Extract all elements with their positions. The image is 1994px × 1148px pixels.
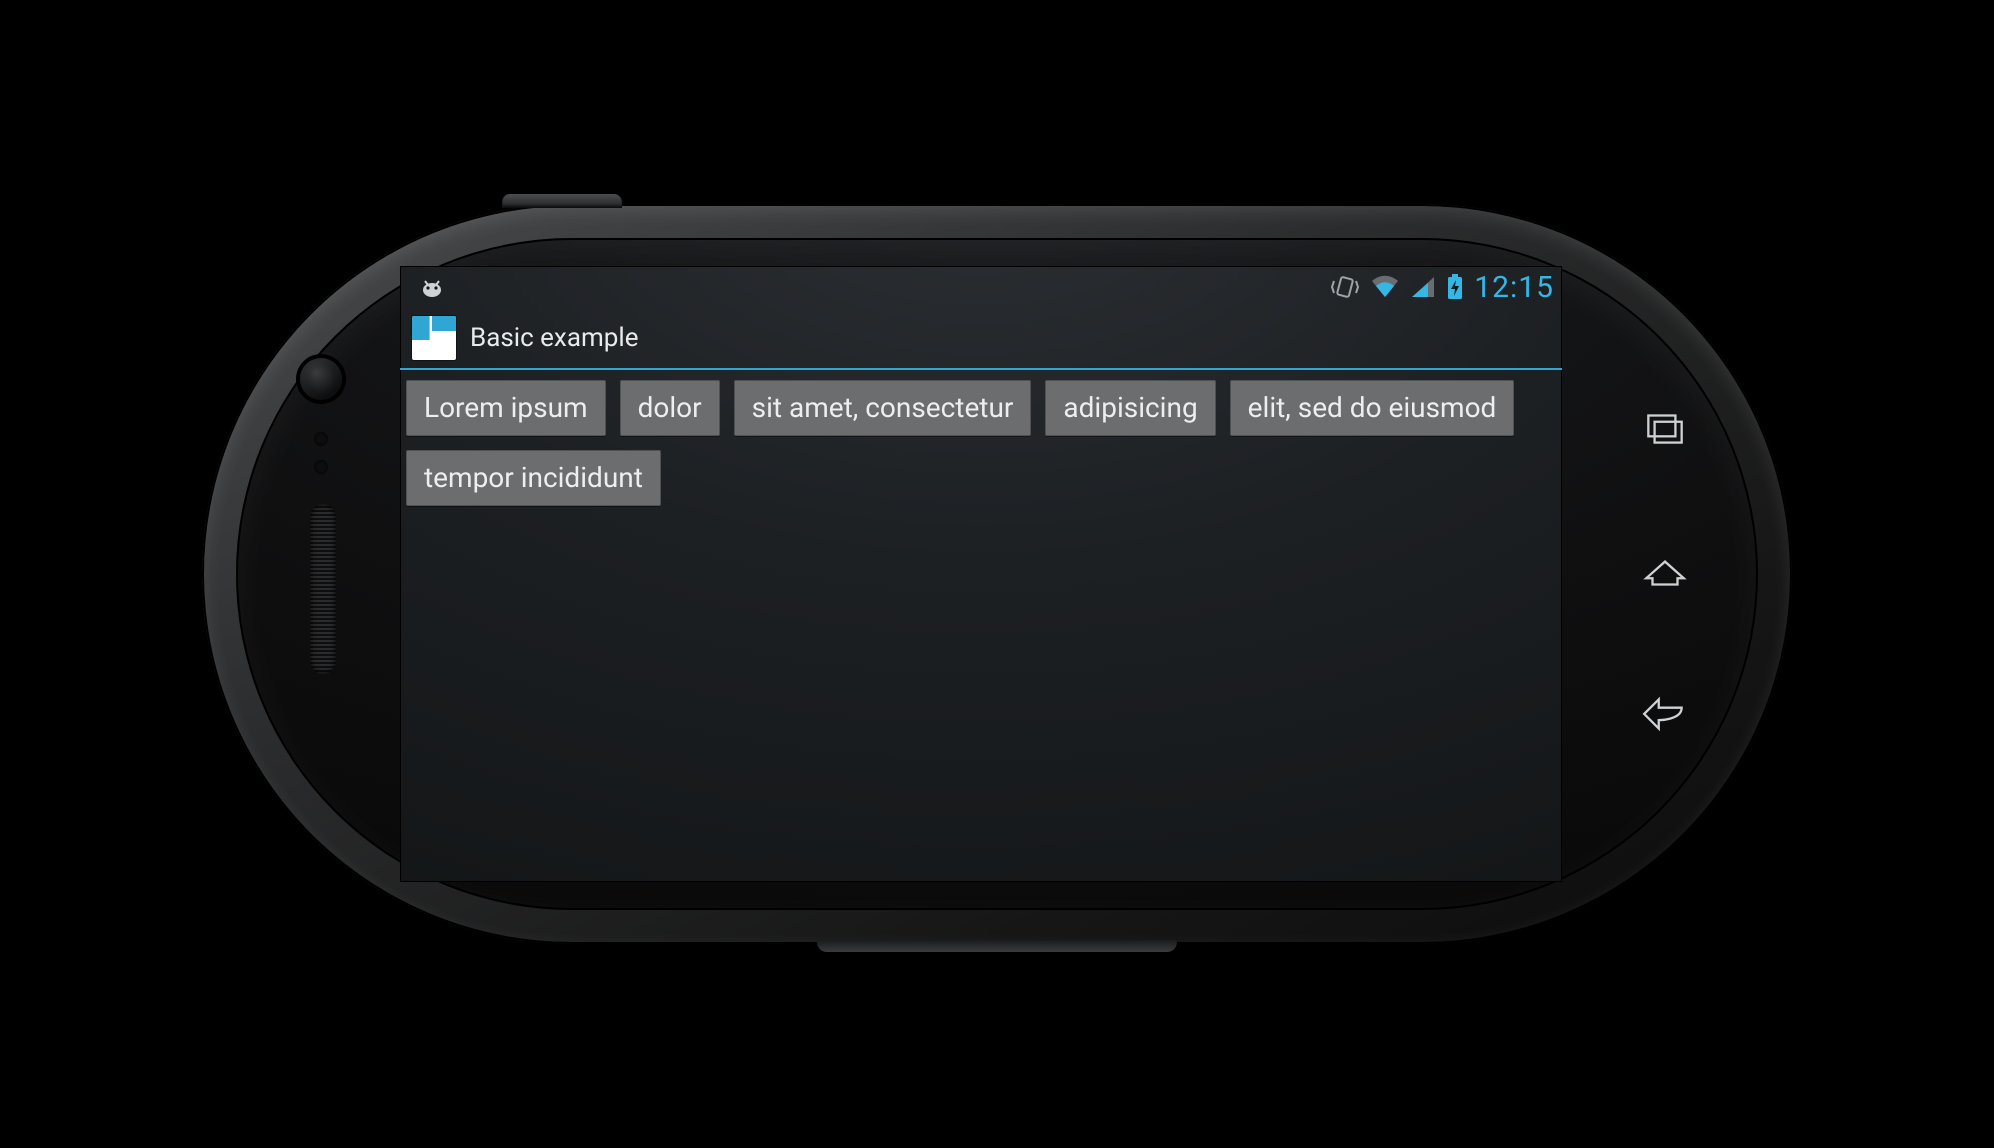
recent-apps-button[interactable] [1640,403,1690,457]
back-icon [1640,691,1690,741]
home-button[interactable] [1640,547,1690,601]
android-debug-icon [418,275,446,299]
tag-item[interactable]: dolor [620,380,720,436]
signal-icon [1410,275,1436,299]
proximity-sensor [314,432,328,446]
light-sensor [314,460,328,474]
tag-item[interactable]: sit amet, consectetur [734,380,1032,436]
bottom-port [817,940,1177,952]
vibrate-icon [1330,274,1360,300]
tag-item[interactable]: elit, sed do eiusmod [1230,380,1515,436]
screen: 12:15 Basic example Lorem ipsum dolor si… [400,266,1562,882]
tag-item[interactable]: adipisicing [1045,380,1215,436]
earpiece-speaker [310,504,336,674]
battery-charging-icon [1446,274,1464,300]
action-bar-title: Basic example [470,323,638,353]
action-bar: Basic example [400,308,1562,370]
back-button[interactable] [1640,691,1690,745]
phone-chassis: 12:15 Basic example Lorem ipsum dolor si… [202,204,1792,944]
home-icon [1640,547,1690,597]
system-nav-bar [1620,204,1710,944]
status-bar: 12:15 [400,266,1562,308]
tag-item[interactable]: Lorem ipsum [406,380,606,436]
wifi-icon [1370,275,1400,299]
status-clock: 12:15 [1474,270,1554,305]
tag-item[interactable]: tempor incididunt [406,450,661,506]
app-icon[interactable] [412,316,456,360]
power-button[interactable] [502,194,622,208]
front-camera [300,358,342,400]
tag-container: Lorem ipsum dolor sit amet, consectetur … [400,370,1562,516]
recent-apps-icon [1640,403,1690,453]
device-frame: 12:15 Basic example Lorem ipsum dolor si… [202,204,1792,944]
